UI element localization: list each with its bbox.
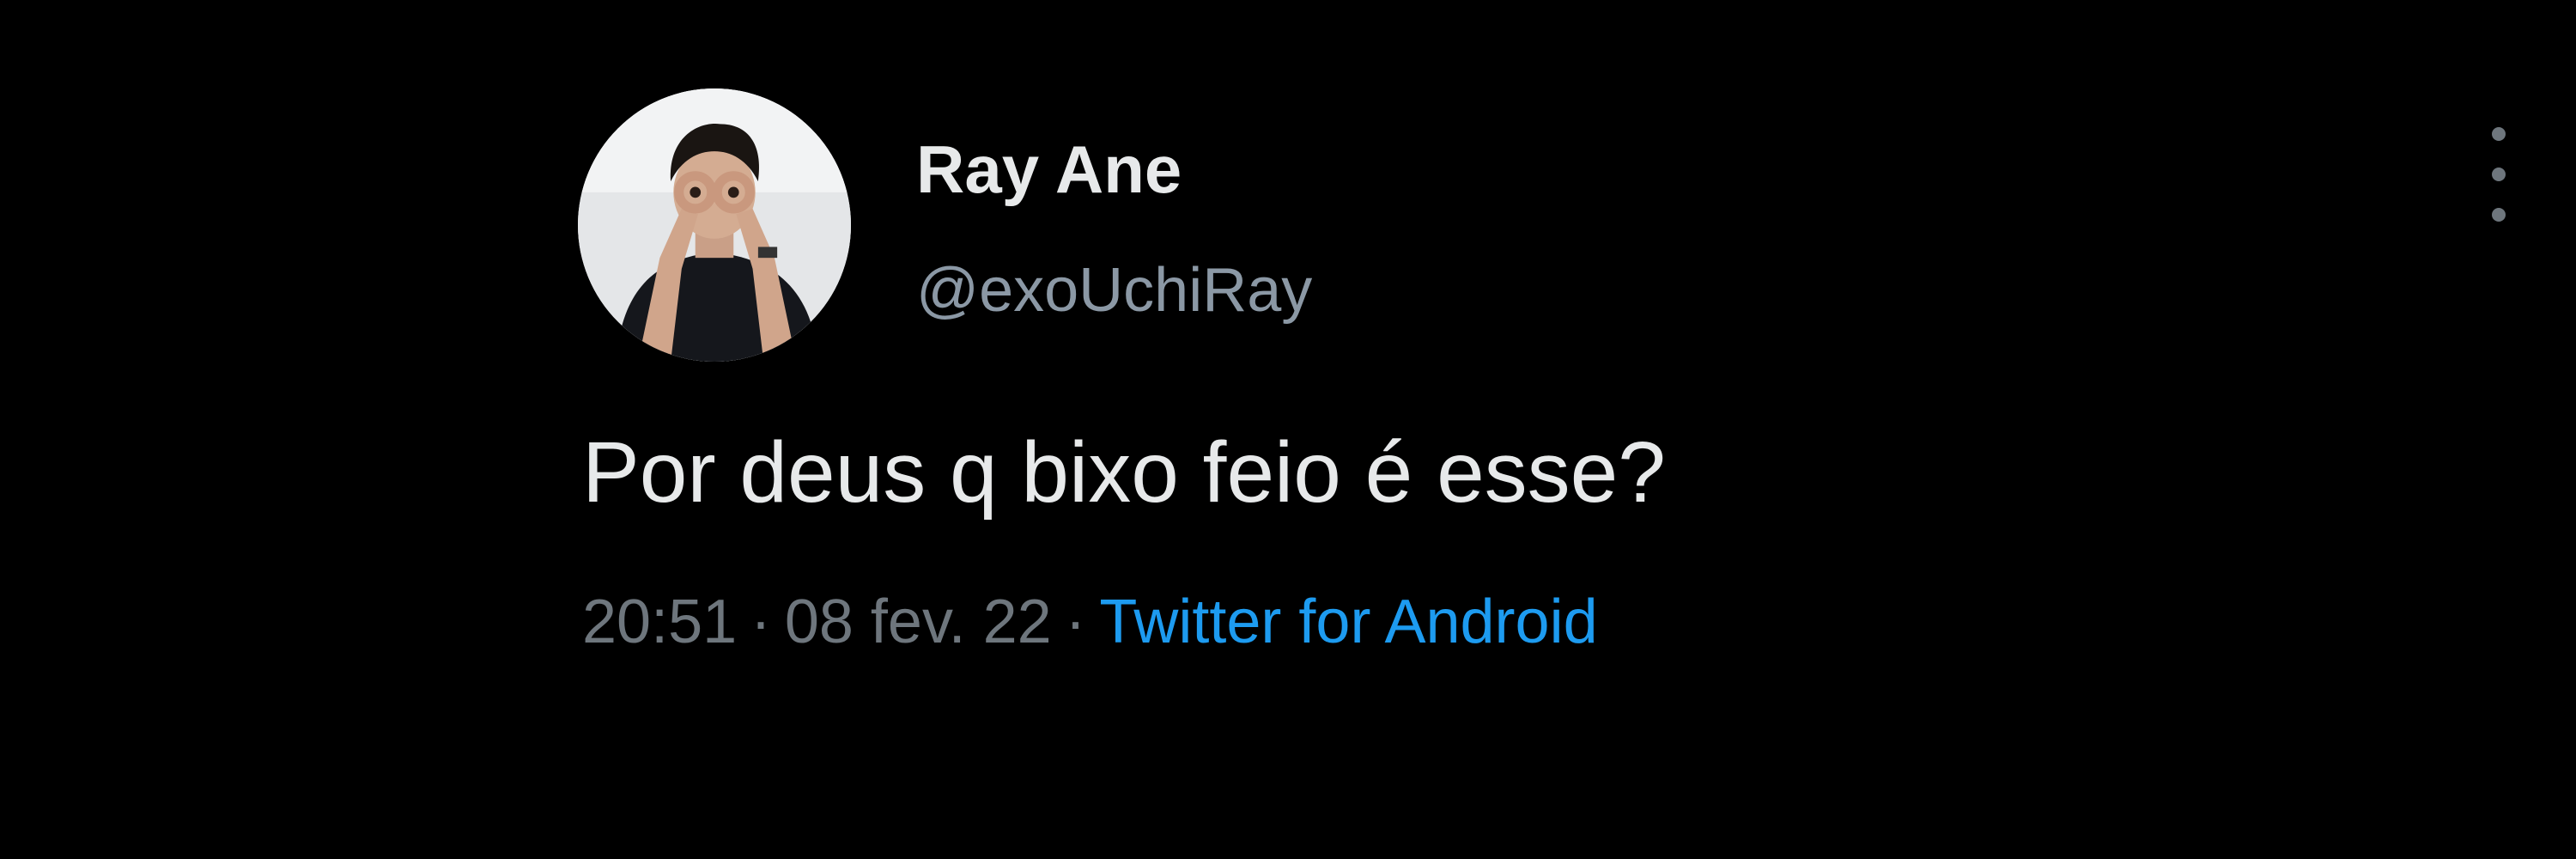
tweet-source-link[interactable]: Twitter for Android <box>1099 588 1597 656</box>
author-display-name[interactable]: Ray Ane <box>916 136 1182 203</box>
vertical-ellipsis-icon <box>2492 127 2506 141</box>
tweet-text: Por deus q bixo feio é esse? <box>582 424 1666 521</box>
avatar[interactable] <box>578 88 851 362</box>
separator: · <box>1065 588 1086 656</box>
separator: · <box>750 588 771 656</box>
tweet-card: Ray Ane @exoUchiRay Por deus q bixo feio… <box>0 0 2576 859</box>
more-options-button[interactable] <box>2473 127 2524 222</box>
tweet-time[interactable]: 20:51 <box>582 588 737 656</box>
author-handle[interactable]: @exoUchiRay <box>916 259 1312 321</box>
user-photo-avatar-icon <box>578 88 851 362</box>
tweet-metadata: 20:51 · 08 fev. 22 · Twitter for Android <box>582 591 1598 653</box>
tweet-date[interactable]: 08 fev. 22 <box>785 588 1052 656</box>
